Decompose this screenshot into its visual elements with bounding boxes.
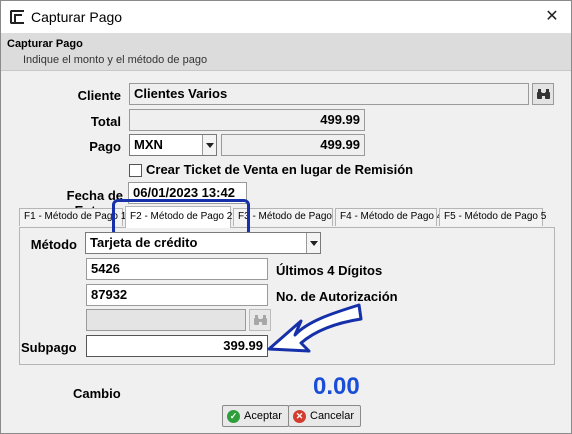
binoculars-icon: [253, 314, 267, 325]
metodo-value: Tarjeta de crédito: [90, 235, 198, 250]
app-icon: [10, 10, 24, 24]
cliente-label: Cliente: [77, 88, 121, 103]
title-bar: Capturar Pago ✕: [1, 1, 571, 33]
cliente-field[interactable]: Clientes Varios: [129, 83, 529, 105]
payment-dialog: Capturar Pago ✕ Capturar Pago Indique el…: [0, 0, 572, 434]
subpago-label: Subpago: [21, 340, 77, 355]
metodo-select[interactable]: Tarjeta de crédito: [85, 232, 321, 254]
x-icon: ✕: [293, 409, 306, 423]
extra-field: [86, 309, 246, 331]
fecha-field[interactable]: 06/01/2023 13:42: [128, 182, 247, 204]
tab-metodo-pago-2[interactable]: F2 - Método de Pago 2: [125, 206, 232, 228]
metodo-label: Método: [30, 237, 77, 252]
tab-metodo-pago-3[interactable]: F3 - Método de Pago 3: [233, 208, 340, 226]
cambio-label: Cambio: [73, 386, 121, 401]
total-label: Total: [90, 114, 121, 129]
cambio-value: 0.00: [313, 373, 360, 400]
tab-metodo-pago-1[interactable]: F1 - Método de Pago 1: [19, 208, 126, 226]
window-title: Capturar Pago: [31, 9, 123, 25]
binoculars-icon: [536, 88, 550, 99]
pago-amount-field[interactable]: 499.99: [221, 134, 365, 156]
check-icon: ✓: [227, 409, 240, 423]
tab-metodo-pago-4[interactable]: F4 - Método de Pago 4: [335, 208, 442, 226]
authorization-label: No. de Autorización: [276, 289, 398, 304]
chevron-down-icon[interactable]: [306, 233, 320, 253]
tab-metodo-pago-5[interactable]: F5 - Método de Pago 5: [439, 208, 546, 226]
header-subtitle: Indique el monto y el método de pago: [23, 54, 208, 66]
currency-select[interactable]: MXN: [129, 134, 217, 156]
authorization-field[interactable]: 87932: [86, 284, 268, 306]
accept-button-label: Aceptar: [244, 410, 282, 422]
currency-value: MXN: [134, 137, 163, 152]
chevron-down-icon[interactable]: [202, 135, 216, 155]
cliente-lookup-button[interactable]: [532, 83, 554, 105]
header-panel: Capturar Pago Indique el monto y el méto…: [1, 33, 571, 71]
ticket-checkbox-label: Crear Ticket de Venta en lugar de Remisi…: [146, 162, 414, 177]
header-title: Capturar Pago: [7, 38, 83, 50]
pago-label: Pago: [89, 139, 121, 154]
last-four-digits-field[interactable]: 5426: [86, 258, 268, 280]
cancel-button[interactable]: ✕ Cancelar: [288, 405, 362, 427]
ticket-checkbox[interactable]: [129, 164, 142, 177]
accept-button[interactable]: ✓ Aceptar: [222, 405, 289, 427]
cancel-button-label: Cancelar: [310, 410, 355, 422]
subpago-field[interactable]: 399.99: [86, 335, 268, 357]
extra-lookup-button: [249, 309, 271, 331]
total-field: 499.99: [129, 109, 365, 131]
last-four-digits-label: Últimos 4 Dígitos: [276, 263, 383, 278]
close-button[interactable]: ✕: [539, 4, 565, 30]
